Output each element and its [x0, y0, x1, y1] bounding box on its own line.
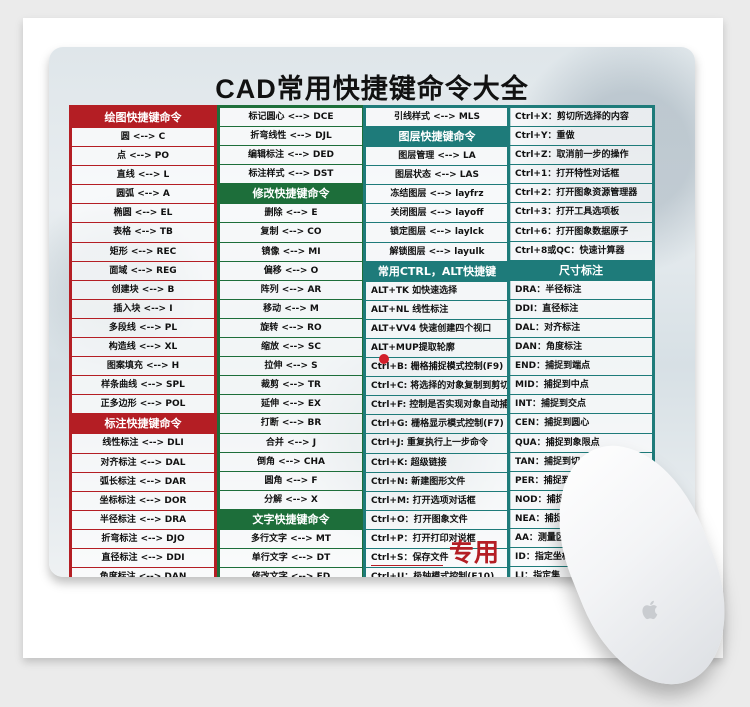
shortcut-row: 矩形 <--> REC [72, 242, 214, 262]
shortcut-row: 合并 <--> J [220, 433, 362, 453]
shortcut-row: 构造线 <--> XL [72, 338, 214, 358]
shortcut-row: 圆弧 <--> A [72, 185, 214, 205]
shortcut-row: 插入块 <--> I [72, 299, 214, 319]
shortcut-row: DRA：半径标注 [510, 280, 652, 300]
shortcut-row: Ctrl+2：打开图象资源管理器 [510, 184, 652, 204]
section-header: 标注快捷键命令 [72, 414, 214, 435]
shortcut-row: ALT+VV4 快速创建四个视口 [366, 319, 508, 339]
shortcut-row: 打断 <--> BR [220, 414, 362, 434]
shortcut-row: Ctrl+1：打开特性对话框 [510, 165, 652, 185]
shortcut-row: ALT+TK 如快速选择 [366, 281, 508, 301]
shortcut-row: 标记圆心 <--> DCE [220, 108, 362, 128]
shortcut-row: Ctrl+K: 超级链接 [366, 453, 508, 473]
shortcut-row: DAL：对齐标注 [510, 318, 652, 339]
shortcut-row: Ctrl+C: 将选择的对象复制到剪切板上 [366, 377, 508, 397]
shortcut-row: 复制 <--> CO [220, 223, 362, 243]
shortcut-row: Ctrl+G: 栅格显示模式控制(F7) [366, 415, 508, 435]
shortcut-row: Ctrl+O：打开图象文件 [366, 510, 508, 530]
shortcut-row: 关闭图层 <--> layoff [366, 204, 508, 224]
shortcut-row: Ctrl+8或QC：快速计算器 [510, 241, 652, 261]
brand-label: 专用 [449, 538, 500, 567]
shortcut-row: 引线样式 <--> MLS [366, 108, 508, 128]
shortcut-row: 拉伸 <--> S [220, 357, 362, 377]
shortcut-row: 椭圆 <--> EL [72, 204, 214, 224]
shortcut-row: 圆角 <--> F [220, 471, 362, 491]
shortcut-row: 倒角 <--> CHA [220, 452, 362, 472]
shortcut-row: END：捕捉到端点 [510, 357, 652, 377]
shortcut-row: 图层状态 <--> LAS [366, 166, 508, 186]
shortcut-row: 裁剪 <--> TR [220, 376, 362, 396]
shortcut-row: DAN：角度标注 [510, 338, 652, 358]
shortcut-row: Ctrl+N: 新建图形文件 [366, 472, 508, 492]
section-header: 修改快捷键命令 [220, 184, 362, 205]
shortcut-row: Ctrl+M: 打开选项对话框 [366, 491, 508, 511]
shortcut-row: Ctrl+X：剪切所选择的内容 [510, 108, 652, 128]
shortcut-row: 直线 <--> L [72, 166, 214, 186]
shortcut-row: 延伸 <--> EX [220, 395, 362, 415]
shortcut-row: Ctrl+J: 重复执行上一步命令 [366, 434, 508, 454]
shortcut-row: 锁定图层 <--> laylck [366, 223, 508, 243]
shortcut-row: MID：捕捉到中点 [510, 376, 652, 396]
shortcut-row: 表格 <--> TB [72, 223, 214, 243]
shortcut-row: 点 <--> PO [72, 147, 214, 167]
shortcut-row: 解锁图层 <--> layulk [366, 242, 508, 262]
shortcut-row: DDI：直径标注 [510, 299, 652, 319]
shortcut-row: 多行文字 <--> MT [220, 529, 362, 549]
shortcut-row: Ctrl+3：打开工具选项板 [510, 203, 652, 223]
shortcut-row: Ctrl+Z：取消前一步的操作 [510, 146, 652, 166]
shortcut-row: 标注样式 <--> DST [220, 165, 362, 185]
shortcut-row: 坐标标注 <--> DOR [72, 491, 214, 511]
shortcut-row: 对齐标注 <--> DAL [72, 453, 214, 473]
red-pin-decoration [379, 354, 389, 364]
shortcut-row: 多段线 <--> PL [72, 318, 214, 339]
shortcut-row: 圆 <--> C [72, 128, 214, 148]
shortcut-row: Ctrl+U：极轴模式控制(F10) [366, 568, 508, 577]
column-modify-text-style: 标记圆心 <--> DCE 折弯线性 <--> DJL 编辑标注 <--> DED 标… [217, 105, 365, 577]
shortcut-row: 图案填充 <--> H [72, 357, 214, 377]
shortcut-row: 面域 <--> REG [72, 261, 214, 281]
shortcut-row: 镜像 <--> MI [220, 242, 362, 262]
shortcut-row: 弧长标注 <--> DAR [72, 472, 214, 492]
section-header: 尺寸标注 [510, 260, 652, 281]
shortcut-row: 线性标注 <--> DLI [72, 434, 214, 454]
shortcut-row: 分解 <--> X [220, 490, 362, 510]
shortcut-row: Ctrl+Y：重做 [510, 127, 652, 147]
shortcut-row: 编辑标注 <--> DED [220, 146, 362, 166]
brand-underline [371, 565, 443, 566]
shortcut-row: Ctrl+F: 控制是否实现对象自动捕捉(F3) [366, 396, 508, 416]
shortcut-row: 缩放 <--> SC [220, 338, 362, 358]
section-header: 常用CTRL，ALT快捷键 [366, 261, 508, 282]
shortcut-row: 删除 <--> E [220, 204, 362, 224]
shortcut-row: 样条曲线 <--> SPL [72, 376, 214, 396]
shortcut-row: 正多边形 <--> POL [72, 395, 214, 415]
apple-logo-icon [642, 600, 658, 620]
section-header: 绘图快捷键命令 [72, 108, 214, 128]
shortcut-row: 旋转 <--> RO [220, 318, 362, 339]
shortcut-row: Ctrl+6：打开图象数据原子 [510, 222, 652, 242]
shortcut-row: 阵列 <--> AR [220, 280, 362, 300]
shortcut-row: 修改文字 <--> ED [220, 568, 362, 577]
shortcut-row: 图层管理 <--> LA [366, 147, 508, 167]
shortcut-row: 偏移 <--> O [220, 261, 362, 281]
shortcut-row: INT：捕捉到交点 [510, 395, 652, 415]
section-header: 图层快捷键命令 [366, 127, 508, 148]
shortcut-row: 半径标注 <--> DRA [72, 510, 214, 530]
shortcut-row: 创建块 <--> B [72, 280, 214, 300]
column-drawing-dimension: 绘图快捷键命令圆 <--> C点 <--> PO 直线 <--> L 圆弧 <-->… [69, 105, 217, 577]
shortcut-row: 冻结图层 <--> layfrz [366, 185, 508, 205]
shortcut-row: 直径标注 <--> DDI [72, 548, 214, 569]
shortcut-row: ALT+NL 线性标注 [366, 300, 508, 320]
shortcut-row: 折弯线性 <--> DJL [220, 127, 362, 147]
column-layer-ctrl-alt: 引线样式 <--> MLS 图层快捷键命令 图层管理 <--> LA 图层状态 <--… [363, 105, 511, 577]
mousepad-title: CAD常用快捷键命令大全 [215, 74, 529, 104]
shortcut-row: 移动 <--> M [220, 299, 362, 319]
shortcut-row: 单行文字 <--> DT [220, 548, 362, 569]
shortcut-row: CEN：捕捉到圆心 [510, 414, 652, 434]
shortcut-row: 角度标注 <--> DAN [72, 568, 214, 577]
shortcut-row: 折弯标注 <--> DJO [72, 529, 214, 549]
section-header: 文字快捷键命令 [220, 509, 362, 530]
